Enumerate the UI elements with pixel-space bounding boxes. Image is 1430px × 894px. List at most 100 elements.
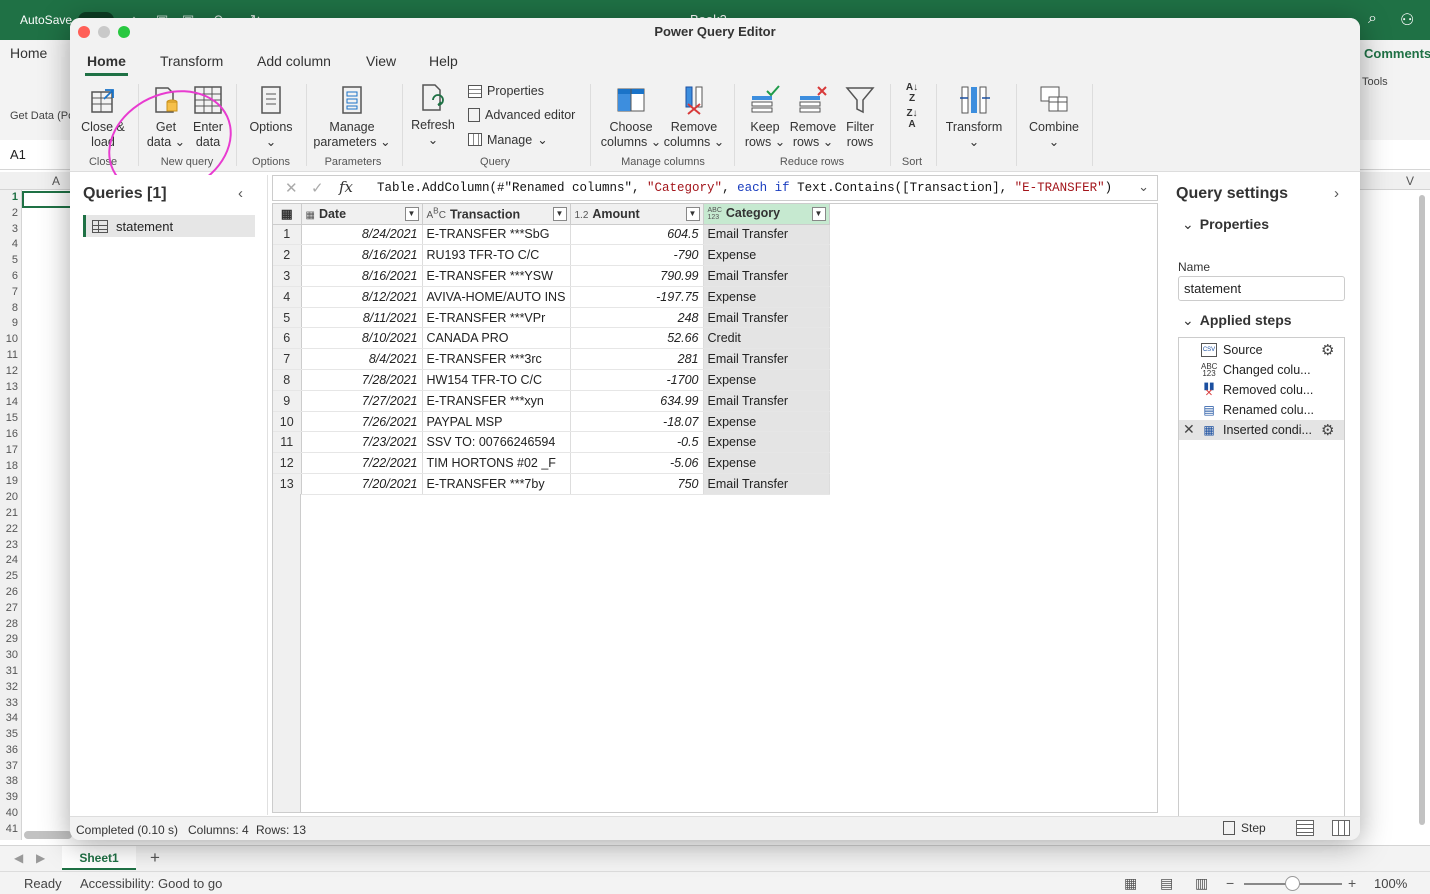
share-icon[interactable]: ⚇ — [1400, 10, 1414, 30]
row-header[interactable]: 21 — [0, 506, 21, 522]
row-header[interactable]: 6 — [0, 269, 21, 285]
query-item-statement[interactable]: statement — [83, 215, 255, 237]
properties-button[interactable]: Properties — [468, 84, 544, 98]
table-row[interactable]: 5 8/11/2021 E-TRANSFER ***VPr 248 Email Tra… — [273, 307, 830, 329]
cell-date[interactable]: 7/26/2021 — [301, 411, 423, 433]
step-settings-gear-icon[interactable]: ⚙ — [1321, 341, 1334, 359]
applied-steps-header[interactable]: ⌄ Applied steps — [1182, 312, 1292, 329]
row-header[interactable]: 20 — [0, 490, 21, 506]
cell-category[interactable]: Email Transfer — [703, 473, 830, 495]
tab-home[interactable]: Home — [85, 53, 128, 76]
cancel-formula-icon[interactable]: ✕ — [285, 179, 298, 197]
cell-transaction[interactable]: RU193 TFR-TO C/C — [422, 244, 571, 267]
zoom-level[interactable]: 100% — [1374, 876, 1407, 891]
row-header[interactable]: 5 — [0, 253, 21, 269]
tab-transform[interactable]: Transform — [160, 53, 223, 69]
row-header[interactable]: 33 — [0, 696, 21, 712]
row-header[interactable]: 34 — [0, 711, 21, 727]
cell-transaction[interactable]: E-TRANSFER ***YSW — [422, 265, 571, 287]
enter-data-button[interactable]: Enter data — [186, 84, 230, 150]
cell-category[interactable]: Email Transfer — [703, 390, 830, 412]
cell-transaction[interactable]: AVIVA-HOME/AUTO INS — [422, 286, 571, 308]
row-number[interactable]: 12 — [273, 452, 302, 475]
cell-transaction[interactable]: HW154 TFR-TO C/C — [422, 369, 571, 391]
cell-date[interactable]: 7/22/2021 — [301, 452, 423, 475]
cell-amount[interactable]: 750 — [570, 473, 704, 495]
table-row[interactable]: 9 7/27/2021 E-TRANSFER ***xyn 634.99 Email … — [273, 390, 830, 412]
row-header[interactable]: 19 — [0, 474, 21, 490]
column-header-transaction[interactable]: ABC Transaction ▼ — [422, 204, 571, 225]
row-header[interactable]: 32 — [0, 680, 21, 696]
cell-date[interactable]: 7/28/2021 — [301, 369, 423, 391]
row-header[interactable]: 10 — [0, 332, 21, 348]
choose-columns-button[interactable]: Choose columns ⌄ — [596, 84, 666, 150]
row-number[interactable]: 5 — [273, 307, 302, 329]
column-header-a[interactable]: A — [52, 174, 60, 188]
cell-date[interactable]: 7/27/2021 — [301, 390, 423, 412]
step-view-button[interactable]: Step — [1223, 821, 1266, 835]
row-number[interactable]: 9 — [273, 390, 302, 412]
cell-transaction[interactable]: SSV TO: 00766246594 — [422, 431, 571, 454]
row-number[interactable]: 10 — [273, 411, 302, 433]
cell-transaction[interactable]: CANADA PRO — [422, 327, 571, 350]
delete-step-icon[interactable]: ✕ — [1183, 421, 1195, 438]
sort-ascending-button[interactable]: A↓ Z — [898, 82, 926, 104]
cell-date[interactable]: 8/10/2021 — [301, 327, 423, 350]
minimize-window-icon[interactable] — [98, 26, 110, 38]
cell-date[interactable]: 7/20/2021 — [301, 473, 423, 495]
collapse-queries-icon[interactable]: ‹ — [238, 185, 243, 202]
cell-date[interactable]: 8/4/2021 — [301, 348, 423, 371]
row-number[interactable]: 3 — [273, 265, 302, 287]
manage-button[interactable]: Manage ⌄ — [468, 132, 548, 147]
prev-sheet-icon[interactable]: ◀ — [14, 851, 23, 865]
row-number[interactable]: 8 — [273, 369, 302, 391]
remove-columns-button[interactable]: Remove columns ⌄ — [662, 84, 726, 150]
fx-icon[interactable]: fx — [339, 178, 353, 196]
sheet-tab-sheet1[interactable]: Sheet1 — [62, 846, 136, 870]
table-row[interactable]: 1 8/24/2021 E-TRANSFER ***SbG 604.5 Email Tr… — [273, 224, 830, 246]
row-header[interactable]: 1 — [0, 190, 21, 206]
sort-descending-button[interactable]: Z↓ A — [898, 108, 926, 130]
table-row[interactable]: 11 7/23/2021 SSV TO: 00766246594 -0.5 Expens… — [273, 431, 830, 454]
zoom-in-icon[interactable]: + — [1348, 875, 1356, 891]
cell-category[interactable]: Email Transfer — [703, 307, 830, 329]
cell-category[interactable]: Email Transfer — [703, 224, 830, 246]
zoom-slider-knob[interactable] — [1285, 876, 1300, 891]
cell-amount[interactable]: -197.75 — [570, 286, 704, 308]
cell-amount[interactable]: -5.06 — [570, 452, 704, 475]
row-header[interactable]: 16 — [0, 427, 21, 443]
column-header-v[interactable]: V — [1406, 174, 1414, 188]
row-header[interactable]: 31 — [0, 664, 21, 680]
table-row[interactable]: 13 7/20/2021 E-TRANSFER ***7by 750 Email Tr… — [273, 473, 830, 495]
row-header[interactable]: 13 — [0, 380, 21, 396]
row-header[interactable]: 29 — [0, 632, 21, 648]
table-row[interactable]: 7 8/4/2021 E-TRANSFER ***3rc 281 Email Trans… — [273, 348, 830, 371]
cell-amount[interactable]: -18.07 — [570, 411, 704, 433]
row-header[interactable]: 38 — [0, 774, 21, 790]
get-data-button[interactable]: Get data ⌄ — [144, 84, 188, 150]
formula-input[interactable]: Table.AddColumn(#"Renamed columns", "Cat… — [377, 181, 1112, 195]
collapse-settings-icon[interactable]: › — [1334, 185, 1339, 202]
row-header[interactable]: 3 — [0, 222, 21, 238]
name-box[interactable]: A1 — [10, 147, 26, 162]
cell-date[interactable]: 8/16/2021 — [301, 265, 423, 287]
cell-category[interactable]: Email Transfer — [703, 348, 830, 371]
cell-amount[interactable]: -790 — [570, 244, 704, 267]
row-number[interactable]: 2 — [273, 244, 302, 267]
schema-view-icon[interactable] — [1332, 820, 1350, 836]
options-button[interactable]: Options ⌄ — [244, 84, 298, 150]
step-source[interactable]: CSV Source ⚙ — [1179, 340, 1344, 360]
row-header[interactable]: 26 — [0, 585, 21, 601]
cell-category[interactable]: Credit — [703, 327, 830, 350]
cell-date[interactable]: 8/11/2021 — [301, 307, 423, 329]
table-row[interactable]: 6 8/10/2021 CANADA PRO 52.66 Credit — [273, 327, 830, 350]
row-header[interactable]: 8 — [0, 301, 21, 317]
cell-transaction[interactable]: E-TRANSFER ***SbG — [422, 224, 571, 246]
step-settings-gear-icon[interactable]: ⚙ — [1321, 421, 1334, 439]
status-accessibility[interactable]: Accessibility: Good to go — [80, 876, 222, 891]
row-header[interactable]: 12 — [0, 364, 21, 380]
cell-amount[interactable]: -1700 — [570, 369, 704, 391]
cell-amount[interactable]: 281 — [570, 348, 704, 371]
maximize-window-icon[interactable] — [118, 26, 130, 38]
combine-button[interactable]: Combine ⌄ — [1024, 84, 1084, 150]
